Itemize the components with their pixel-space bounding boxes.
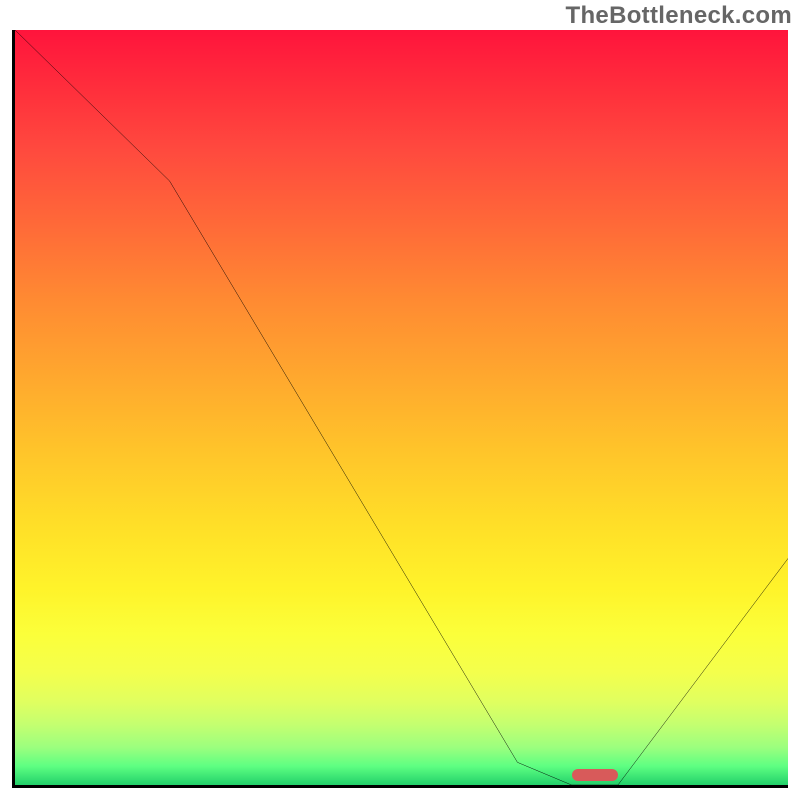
chart-frame: TheBottleneck.com [0,0,800,800]
optimum-marker [572,769,618,781]
plot-area [12,30,788,788]
watermark-label: TheBottleneck.com [566,2,792,30]
bottleneck-curve [15,30,788,785]
